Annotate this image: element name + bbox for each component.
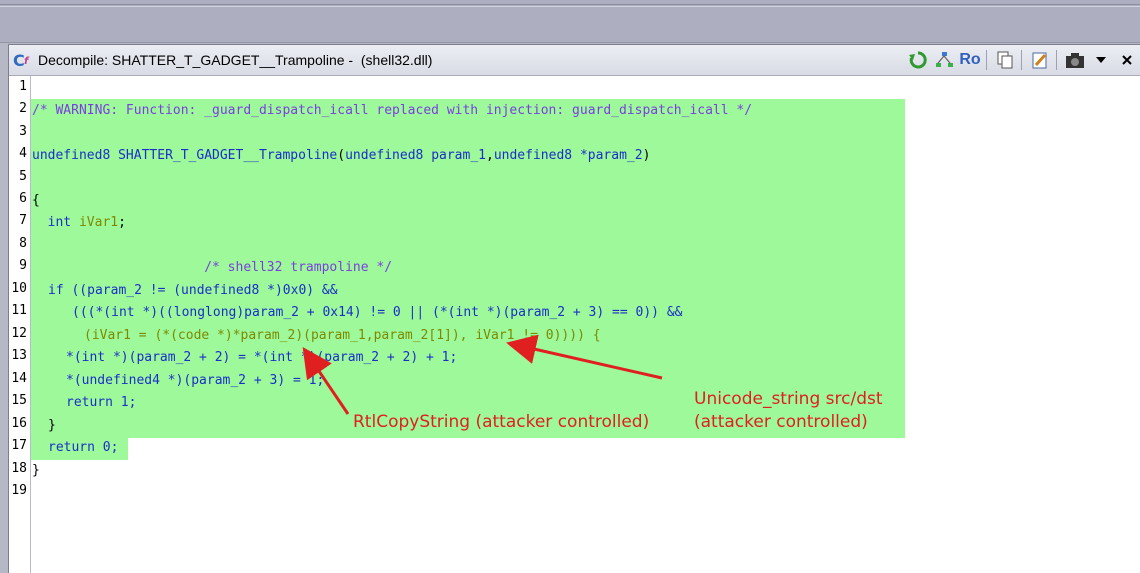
annotation-unicode-string: Unicode_string src/dst (attacker controll… [694, 388, 883, 434]
annotation-text: Unicode_string src/dst [694, 389, 883, 409]
arrow-unicode [506, 334, 663, 380]
annotation-arrows [302, 334, 663, 415]
annotation-text: (attacker controlled) [694, 412, 868, 432]
annotation-rtlcopystring: RtlCopyString (attacker controlled) [353, 412, 650, 432]
arrow-rtlcopystring [302, 347, 350, 415]
